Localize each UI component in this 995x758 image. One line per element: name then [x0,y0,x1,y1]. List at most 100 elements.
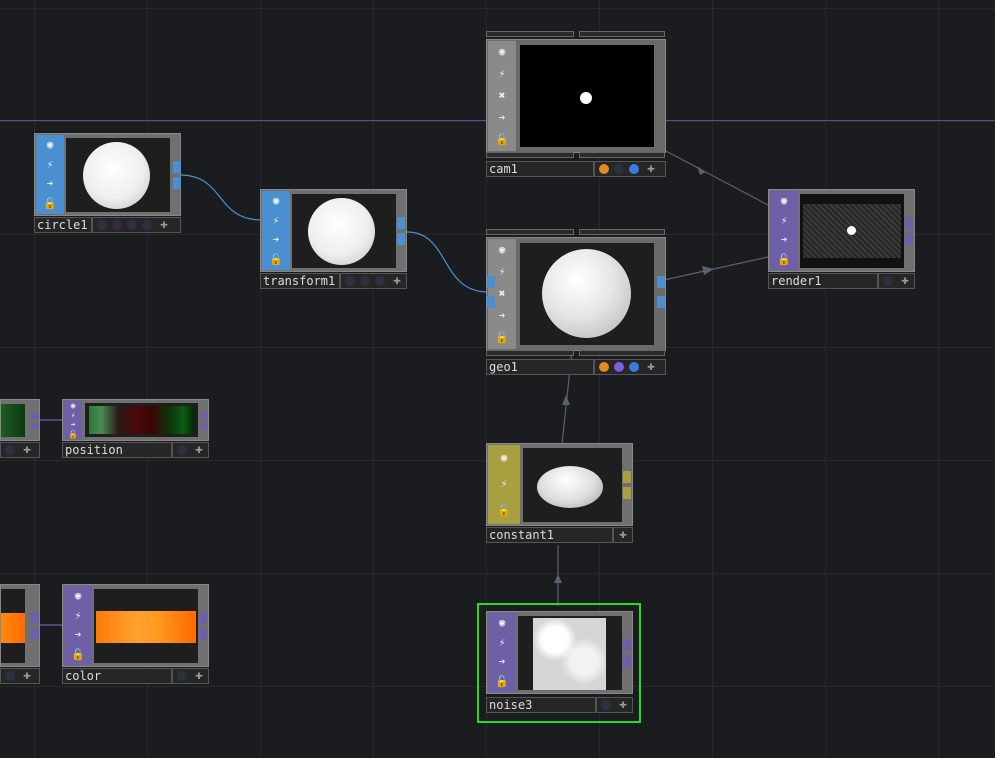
node-label[interactable]: noise3 [486,697,596,713]
viewer-icon[interactable]: ◉ [42,137,58,153]
node-label[interactable]: render1 [768,273,878,289]
node-label[interactable]: color [62,668,172,684]
output-connector[interactable] [623,487,631,499]
flag-dot[interactable] [142,220,152,230]
flag-dot[interactable] [614,164,624,174]
output-connector[interactable] [173,177,181,189]
viewer-icon[interactable]: ◉ [494,242,510,258]
output-connector[interactable] [199,628,207,640]
plus-icon[interactable]: ✚ [157,218,171,232]
plus-icon[interactable]: ✚ [898,274,912,288]
lock-icon[interactable]: 🔓 [494,330,510,346]
node-label[interactable]: circle1 [34,217,92,233]
lock-icon[interactable]: 🔓 [496,503,512,519]
node-cam1[interactable]: ◉ ⚡ ✖ ➔ 🔓 cam1 ✚ [486,31,666,179]
flag-dot[interactable] [5,445,15,455]
plus-icon[interactable]: ✚ [192,669,206,683]
flag-dot[interactable] [599,362,609,372]
plus-icon[interactable]: ✚ [644,360,658,374]
display-icon[interactable]: ➔ [494,110,510,126]
bypass-icon[interactable]: ⚡ [494,635,510,651]
flag-dot[interactable] [599,164,609,174]
lock-icon[interactable]: 🔓 [268,252,284,268]
flag-dot[interactable] [177,445,187,455]
display-icon[interactable]: ➔ [42,176,58,192]
output-connector[interactable] [31,628,39,640]
output-connector[interactable] [657,276,665,288]
viewer-icon[interactable]: ◉ [70,588,86,604]
output-connector[interactable] [31,612,39,624]
output-connector[interactable] [200,423,208,429]
lock-icon[interactable]: 🔓 [65,430,81,439]
viewer-icon[interactable]: ◉ [496,450,512,466]
flag-dot[interactable] [5,671,15,681]
output-connector[interactable] [200,413,208,419]
input-connector[interactable] [487,276,495,288]
bypass-icon[interactable]: ⚡ [496,476,512,492]
node-position[interactable]: ◉ ⚡ ➔ 🔓 position ✚ [62,399,210,460]
output-connector[interactable] [199,612,207,624]
node-noise3[interactable]: ◉ ⚡ ➔ 🔓 noise3 ✚ [486,611,634,715]
output-connector[interactable] [623,639,631,651]
output-connector[interactable] [31,413,39,419]
node-partial-left-top[interactable]: ✚ [0,399,40,459]
bypass-icon[interactable]: ⚡ [268,213,284,229]
plus-icon[interactable]: ✚ [644,162,658,176]
display-icon[interactable]: ➔ [776,232,792,248]
viewer-icon[interactable]: ◉ [494,615,510,631]
bypass-icon[interactable]: ⚡ [494,66,510,82]
lock-icon[interactable]: 🔓 [70,647,86,663]
plus-icon[interactable]: ✚ [20,443,34,457]
node-label[interactable]: constant1 [486,527,613,543]
flag-dot[interactable] [345,276,355,286]
node-label[interactable]: geo1 [486,359,594,375]
output-connector[interactable] [397,233,405,245]
output-connector[interactable] [173,161,181,173]
bypass-icon[interactable]: ⚡ [776,213,792,229]
plus-icon[interactable]: ✚ [616,698,630,712]
output-connector[interactable] [657,296,665,308]
display-icon[interactable]: ➔ [70,627,86,643]
output-connector[interactable] [623,655,631,667]
bypass-icon[interactable]: ⚡ [42,157,58,173]
viewer-icon[interactable]: ◉ [776,193,792,209]
lock-icon[interactable]: 🔓 [494,674,510,690]
flag-dot[interactable] [360,276,370,286]
node-color[interactable]: ◉ ⚡ ➔ 🔓 color ✚ [62,584,210,685]
flag-dot[interactable] [127,220,137,230]
output-connector[interactable] [31,423,39,429]
output-connector[interactable] [905,233,913,245]
flag-dot[interactable] [375,276,385,286]
node-circle1[interactable]: ◉ ⚡ ➔ 🔓 circle1 ✚ [34,133,182,233]
node-render1[interactable]: ◉ ⚡ ➔ 🔓 render1 ✚ [768,189,916,289]
flag-dot[interactable] [601,700,611,710]
display-icon[interactable]: ➔ [65,420,81,429]
plus-icon[interactable]: ✚ [192,443,206,457]
node-label[interactable]: transform1 [260,273,340,289]
bypass-icon[interactable]: ⚡ [70,608,86,624]
flag-dot[interactable] [883,276,893,286]
flag-dot[interactable] [629,362,639,372]
flag-dot[interactable] [112,220,122,230]
lock-icon[interactable]: 🔓 [494,132,510,148]
display-icon[interactable]: ➔ [494,654,510,670]
clear-icon[interactable]: ✖ [494,88,510,104]
flag-dot[interactable] [629,164,639,174]
output-connector[interactable] [905,217,913,229]
output-connector[interactable] [623,471,631,483]
bypass-icon[interactable]: ⚡ [494,264,510,280]
viewer-icon[interactable]: ◉ [65,401,81,410]
node-geo1[interactable]: ◉ ⚡ ✖ ➔ 🔓 geo1 ✚ [486,229,666,377]
output-connector[interactable] [397,217,405,229]
lock-icon[interactable]: 🔓 [776,252,792,268]
viewer-icon[interactable]: ◉ [268,193,284,209]
flag-dot[interactable] [614,362,624,372]
display-icon[interactable]: ➔ [268,232,284,248]
node-label[interactable]: cam1 [486,161,594,177]
node-label[interactable]: position [62,442,172,458]
bypass-icon[interactable]: ⚡ [65,411,81,420]
display-icon[interactable]: ➔ [494,308,510,324]
plus-icon[interactable]: ✚ [616,528,630,542]
node-partial-left-bottom[interactable]: ✚ [0,584,40,685]
plus-icon[interactable]: ✚ [390,274,404,288]
